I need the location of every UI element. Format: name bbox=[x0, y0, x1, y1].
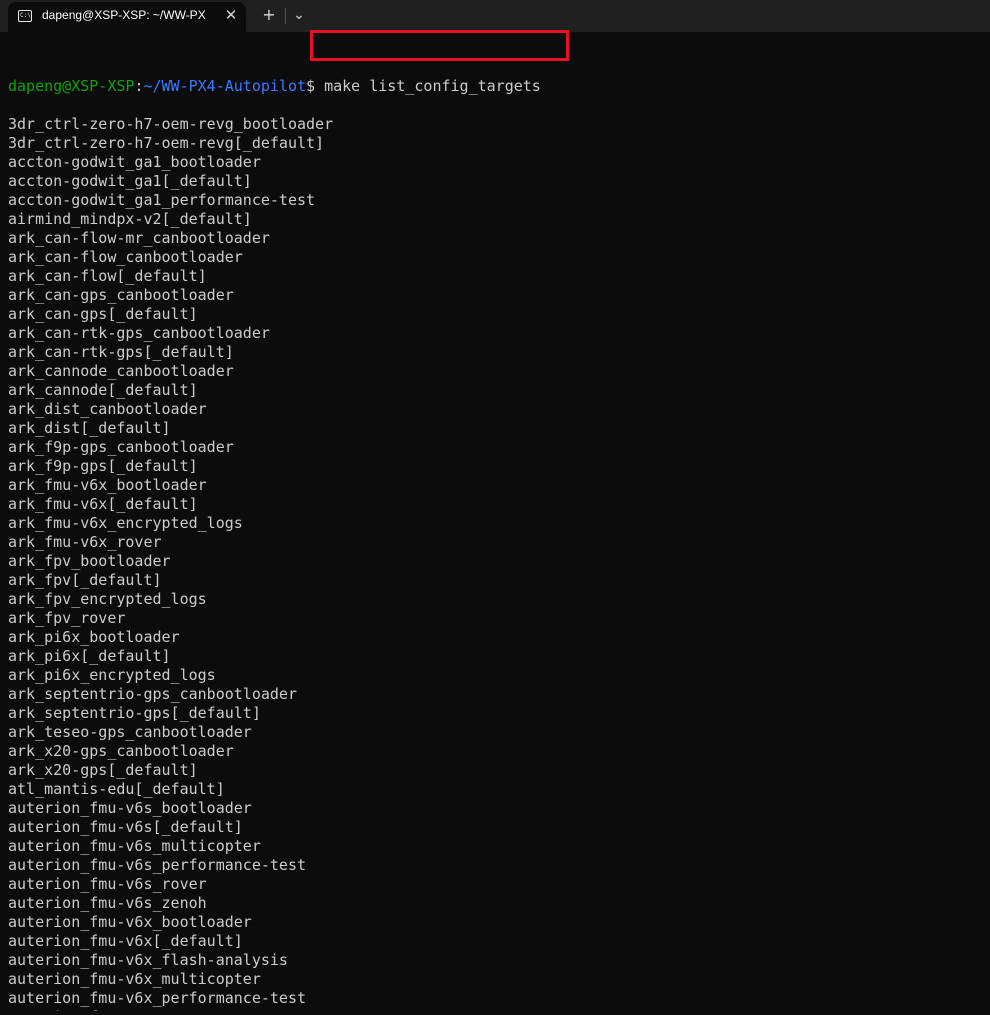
output-line: ark_can-gps_canbootloader bbox=[8, 286, 234, 304]
output-line: ark_x20-gps[_default] bbox=[8, 761, 198, 779]
output-line: accton-godwit_ga1[_default] bbox=[8, 172, 252, 190]
output-line: ark_septentrio-gps_canbootloader bbox=[8, 685, 297, 703]
output-line: ark_fmu-v6x_encrypted_logs bbox=[8, 514, 243, 532]
output-line: ark_fmu-v6x[_default] bbox=[8, 495, 198, 513]
output-line: ark_fpv_bootloader bbox=[8, 552, 171, 570]
output-line: airmind_mindpx-v2[_default] bbox=[8, 210, 252, 228]
output-line: ark_fmu-v6x_bootloader bbox=[8, 476, 207, 494]
output-line: auterion_fmu-v6x_bootloader bbox=[8, 913, 252, 931]
output-line: ark_dist_canbootloader bbox=[8, 400, 207, 418]
highlight-box bbox=[310, 30, 569, 61]
output-line: auterion_fmu-v6x_flash-analysis bbox=[8, 951, 288, 969]
output-line: ark_can-flow[_default] bbox=[8, 267, 207, 285]
close-icon[interactable]: ✕ bbox=[222, 6, 240, 24]
output-line: auterion_fmu-v6s_rover bbox=[8, 875, 207, 893]
output-line: 3dr_ctrl-zero-h7-oem-revg_bootloader bbox=[8, 115, 334, 133]
output-line: ark_can-rtk-gps_canbootloader bbox=[8, 324, 270, 342]
prompt-path: ~/WW-PX4-Autopilot bbox=[143, 77, 307, 95]
new-tab-button[interactable]: + bbox=[258, 4, 280, 26]
terminal-icon: C:\ bbox=[18, 10, 32, 22]
title-bar: C:\ dapeng@XSP-XSP: ~/WW-PX ✕ + ⌄ bbox=[0, 0, 990, 32]
output-line: accton-godwit_ga1_performance-test bbox=[8, 191, 316, 209]
output-line: auterion_fmu-v6s_multicopter bbox=[8, 837, 261, 855]
output-line: ark_pi6x_bootloader bbox=[8, 628, 180, 646]
output-line: ark_can-rtk-gps[_default] bbox=[8, 343, 234, 361]
output-line: ark_f9p-gps_canbootloader bbox=[8, 438, 234, 456]
terminal-output[interactable]: dapeng@XSP-XSP:~/WW-PX4-Autopilot$ make … bbox=[8, 39, 983, 1011]
output-line: ark_septentrio-gps[_default] bbox=[8, 704, 261, 722]
output-line: atl_mantis-edu[_default] bbox=[8, 780, 225, 798]
output-line: auterion_fmu-v6x_rover bbox=[8, 1008, 983, 1011]
chevron-down-icon[interactable]: ⌄ bbox=[288, 4, 310, 26]
output-line: ark_can-gps[_default] bbox=[8, 305, 198, 323]
output-line: auterion_fmu-v6s_bootloader bbox=[8, 799, 252, 817]
output-line: ark_can-flow_canbootloader bbox=[8, 248, 243, 266]
tab-title: dapeng@XSP-XSP: ~/WW-PX bbox=[42, 8, 206, 22]
output-line: ark_pi6x_encrypted_logs bbox=[8, 666, 216, 684]
output-line: ark_fpv_encrypted_logs bbox=[8, 590, 207, 608]
output-line: accton-godwit_ga1_bootloader bbox=[8, 153, 261, 171]
output-line: ark_fmu-v6x_rover bbox=[8, 533, 162, 551]
output-line: ark_x20-gps_canbootloader bbox=[8, 742, 234, 760]
output-line: ark_pi6x[_default] bbox=[8, 647, 171, 665]
prompt-line: dapeng@XSP-XSP:~/WW-PX4-Autopilot$ make … bbox=[8, 77, 983, 96]
output-line: auterion_fmu-v6s[_default] bbox=[8, 818, 243, 836]
output-line: ark_cannode[_default] bbox=[8, 381, 198, 399]
command-text: make list_config_targets bbox=[315, 77, 541, 95]
output-line: auterion_fmu-v6s_performance-test bbox=[8, 856, 307, 874]
output-line: ark_teseo-gps_canbootloader bbox=[8, 723, 252, 741]
output-line: ark_cannode_canbootloader bbox=[8, 362, 234, 380]
output-line: ark_fpv_rover bbox=[8, 609, 126, 627]
output-line: auterion_fmu-v6s_zenoh bbox=[8, 894, 207, 912]
output-line: auterion_fmu-v6x_multicopter bbox=[8, 970, 261, 988]
output-line: 3dr_ctrl-zero-h7-oem-revg[_default] bbox=[8, 134, 325, 152]
output-line: auterion_fmu-v6x[_default] bbox=[8, 932, 243, 950]
prompt-symbol: $ bbox=[306, 77, 316, 95]
output-line: ark_f9p-gps[_default] bbox=[8, 457, 198, 475]
terminal-tab[interactable]: C:\ dapeng@XSP-XSP: ~/WW-PX ✕ bbox=[8, 2, 246, 32]
prompt-user-host: dapeng@XSP-XSP bbox=[8, 77, 135, 95]
output-line: ark_dist[_default] bbox=[8, 419, 171, 437]
toolbar-divider bbox=[285, 8, 286, 24]
output-line: ark_fpv[_default] bbox=[8, 571, 162, 589]
output-line: ark_can-flow-mr_canbootloader bbox=[8, 229, 270, 247]
output-line: auterion_fmu-v6x_performance-test bbox=[8, 989, 307, 1007]
